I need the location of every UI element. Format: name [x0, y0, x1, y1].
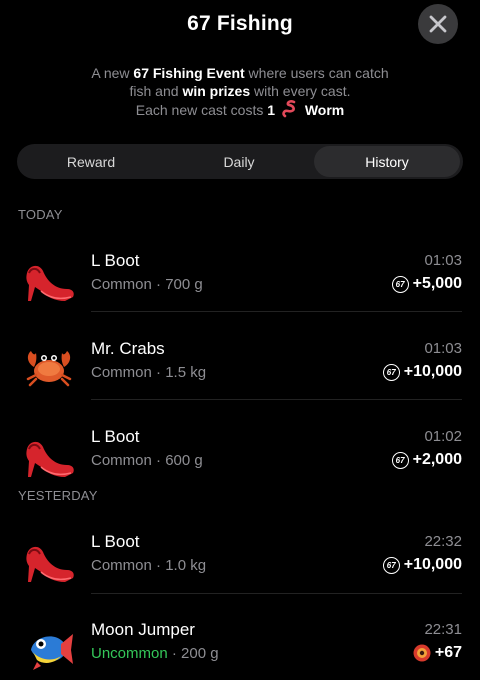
- page-title: 67 Fishing: [187, 12, 293, 35]
- 67-coin-icon: 67: [391, 451, 409, 469]
- 67-coin-icon: 67: [382, 556, 400, 574]
- event-description: A new 67 Fishing Event where users can c…: [91, 65, 389, 118]
- heel-icon: [20, 250, 78, 308]
- history-row[interactable]: L Boot Common · 600 g 01:02 67 +2,000: [0, 424, 480, 484]
- item-reward: 67 +5,000: [391, 275, 462, 293]
- item-time: 01:02: [424, 428, 462, 445]
- item-name: L Boot: [91, 251, 140, 270]
- history-row[interactable]: Mr. Crabs Common · 1.5 kg 01:03 67 +10,00…: [0, 336, 480, 396]
- tab-reward[interactable]: Reward: [21, 146, 161, 177]
- tab-label: History: [365, 153, 409, 170]
- item-reward: 67 +10,000: [382, 556, 462, 574]
- tab-history[interactable]: History: [314, 146, 460, 177]
- item-time: 22:32: [424, 533, 462, 550]
- token-icon: [413, 644, 431, 662]
- item-name: L Boot: [91, 532, 140, 551]
- divider: [91, 593, 462, 594]
- item-meta: Common · 700 g: [91, 276, 203, 293]
- section-label-yesterday: YESTERDAY: [18, 488, 98, 503]
- close-button[interactable]: [418, 4, 458, 44]
- item-name: L Boot: [91, 427, 140, 446]
- 67-coin-icon: 67: [382, 363, 400, 381]
- history-row[interactable]: L Boot Common · 700 g 01:03 67 +5,000: [0, 248, 480, 308]
- tab-label: Daily: [223, 153, 255, 170]
- 67-coin-icon: 67: [391, 275, 409, 293]
- item-meta: Common · 1.5 kg: [91, 364, 207, 381]
- worm-icon: [282, 100, 296, 118]
- close-icon: [429, 15, 447, 33]
- item-reward: 67 +10,000: [382, 363, 462, 381]
- item-reward: +67: [413, 644, 462, 662]
- crab-icon: [20, 338, 78, 396]
- item-time: 22:31: [424, 621, 462, 638]
- tab-bar: Reward Daily History: [17, 144, 463, 179]
- heel-icon: [20, 426, 78, 484]
- item-time: 01:03: [424, 340, 462, 357]
- divider: [91, 399, 462, 400]
- heel-icon: [20, 531, 78, 589]
- item-meta: Common · 600 g: [91, 452, 203, 469]
- tab-label: Reward: [66, 153, 116, 170]
- section-label-today: TODAY: [18, 207, 63, 222]
- tab-daily[interactable]: Daily: [167, 146, 311, 177]
- item-time: 01:03: [424, 252, 462, 269]
- item-name: Mr. Crabs: [91, 339, 165, 358]
- divider: [91, 311, 462, 312]
- item-reward: 67 +2,000: [391, 451, 462, 469]
- history-row[interactable]: L Boot Common · 1.0 kg 22:32 67 +10,000: [0, 529, 480, 589]
- header: 67 Fishing: [0, 0, 480, 50]
- fish-icon: [20, 619, 78, 677]
- item-meta: Common · 1.0 kg: [91, 557, 207, 574]
- item-meta: Uncommon · 200 g: [91, 645, 219, 662]
- item-name: Moon Jumper: [91, 620, 195, 639]
- history-row[interactable]: Moon Jumper Uncommon · 200 g 22:31 +67: [0, 617, 480, 677]
